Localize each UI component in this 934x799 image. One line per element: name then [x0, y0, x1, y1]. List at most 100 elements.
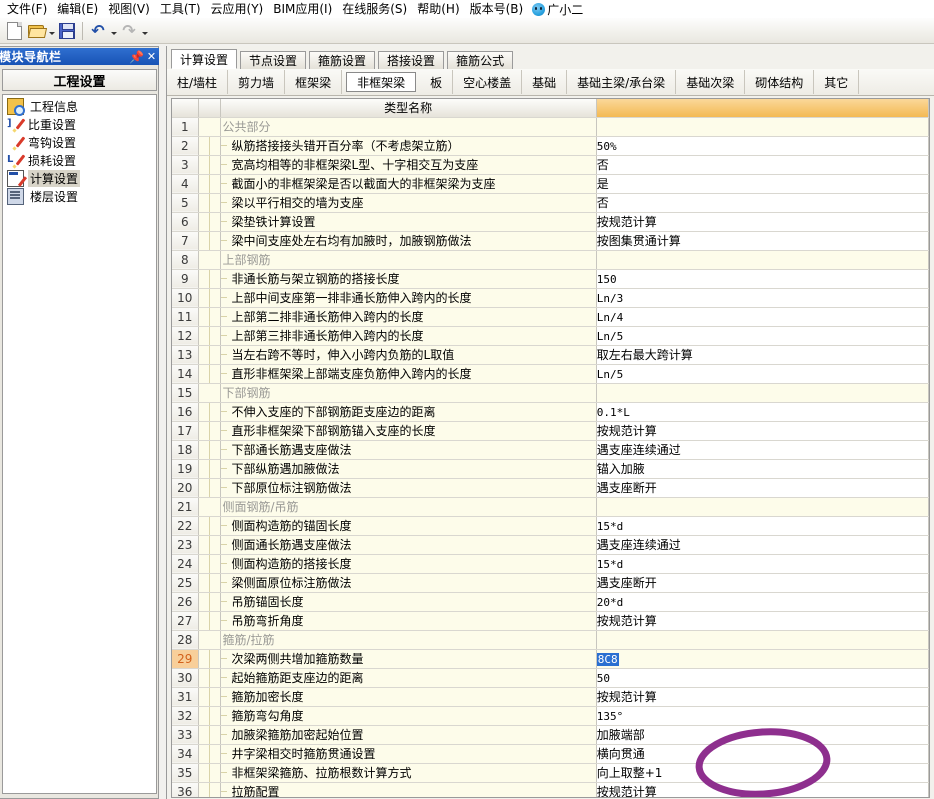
row-number-cell[interactable]: 12: [172, 326, 199, 346]
value-cell[interactable]: 150: [596, 269, 929, 289]
table-row[interactable]: 10 上部中间支座第一排非通长筋伸入跨内的长度 Ln/3: [172, 288, 929, 308]
menu-item-version[interactable]: 版本号(B): [465, 1, 529, 17]
row-number-cell[interactable]: 22: [172, 516, 199, 536]
table-row[interactable]: 36 拉筋配置 按规范计算: [172, 782, 929, 797]
table-row[interactable]: 7 梁中间支座处左右均有加腋时，加腋钢筋做法 按图集贯通计算: [172, 231, 929, 251]
menu-item-view[interactable]: 视图(V): [103, 1, 155, 17]
subtab-non-frame-beam[interactable]: 非框架梁: [346, 72, 417, 92]
menu-item-edit[interactable]: 编辑(E): [52, 1, 103, 17]
table-row[interactable]: 34 井字梁相交时箍筋贯通设置 横向贯通: [172, 744, 929, 764]
row-number-cell[interactable]: 8: [172, 250, 199, 270]
value-cell[interactable]: 15*d: [596, 554, 929, 574]
row-number-cell[interactable]: 29: [172, 649, 199, 669]
type-name-cell[interactable]: 非框架梁箍筋、拉筋根数计算方式: [220, 763, 597, 783]
value-cell[interactable]: 按规范计算: [596, 212, 929, 232]
table-row[interactable]: 33 加腋梁箍筋加密起始位置 加腋端部: [172, 725, 929, 745]
sidebar-item-loss-setting[interactable]: L 损耗设置: [3, 151, 156, 169]
type-name-cell[interactable]: 吊筋弯折角度: [220, 611, 597, 631]
type-name-cell[interactable]: 吊筋锚固长度: [220, 592, 597, 612]
type-name-cell[interactable]: 梁侧面原位标注筋做法: [220, 573, 597, 593]
value-cell[interactable]: 按规范计算: [596, 782, 929, 797]
value-cell[interactable]: Ln/3: [596, 288, 929, 308]
sidebar-item-weight-setting[interactable]: ] 比重设置: [3, 115, 156, 133]
row-number-cell[interactable]: 33: [172, 725, 199, 745]
table-row[interactable]: 8 上部钢筋: [172, 250, 929, 270]
type-name-cell[interactable]: 次梁两侧共增加箍筋数量: [220, 649, 597, 669]
table-row[interactable]: 2 纵筋搭接接头错开百分率（不考虑架立筋） 50%: [172, 136, 929, 156]
row-number-cell[interactable]: 3: [172, 155, 199, 175]
type-name-cell[interactable]: 当左右跨不等时，伸入小跨内负筋的L取值: [220, 345, 597, 365]
table-row[interactable]: 13 当左右跨不等时，伸入小跨内负筋的L取值 取左右最大跨计算: [172, 345, 929, 365]
type-name-cell[interactable]: 直形非框架梁下部钢筋锚入支座的长度: [220, 421, 597, 441]
row-number-cell[interactable]: 9: [172, 269, 199, 289]
row-number-cell[interactable]: 10: [172, 288, 199, 308]
value-cell[interactable]: [596, 383, 929, 403]
open-file-button[interactable]: [25, 20, 48, 42]
tab-calc-setting[interactable]: 计算设置: [171, 49, 238, 69]
type-name-cell[interactable]: 下部钢筋: [220, 383, 597, 403]
value-cell[interactable]: 锚入加腋: [596, 459, 929, 479]
tab-stirrup-formula[interactable]: 箍筋公式: [447, 51, 514, 69]
type-name-cell[interactable]: 箍筋加密长度: [220, 687, 597, 707]
value-cell[interactable]: Ln/5: [596, 326, 929, 346]
menu-item-cloud[interactable]: 云应用(Y): [206, 1, 269, 17]
sidebar-item-hook-setting[interactable]: 弯钩设置: [3, 133, 156, 151]
row-number-cell[interactable]: 6: [172, 212, 199, 232]
value-cell[interactable]: 横向贯通: [596, 744, 929, 764]
menu-item-bim[interactable]: BIM应用(I): [268, 1, 337, 17]
row-number-cell[interactable]: 20: [172, 478, 199, 498]
type-name-cell[interactable]: 上部第三排非通长筋伸入跨内的长度: [220, 326, 597, 346]
menu-item-help[interactable]: 帮助(H): [412, 1, 464, 17]
value-cell[interactable]: 遇支座连续通过: [596, 535, 929, 555]
menu-item-online-service[interactable]: 在线服务(S): [337, 1, 412, 17]
table-row[interactable]: 17 直形非框架梁下部钢筋锚入支座的长度 按规范计算: [172, 421, 929, 441]
table-row[interactable]: 28 箍筋/拉筋: [172, 630, 929, 650]
value-cell[interactable]: 否: [596, 193, 929, 213]
table-row[interactable]: 11 上部第二排非通长筋伸入跨内的长度 Ln/4: [172, 307, 929, 327]
value-cell[interactable]: Ln/4: [596, 307, 929, 327]
sidebar-item-calc-setting[interactable]: 计算设置: [3, 169, 156, 187]
table-row[interactable]: 29 次梁两侧共增加箍筋数量 8C8: [172, 649, 929, 669]
table-row[interactable]: 4 截面小的非框架梁是否以截面大的非框架梁为支座 是: [172, 174, 929, 194]
table-row[interactable]: 32 箍筋弯勾角度 135°: [172, 706, 929, 726]
table-row[interactable]: 35 非框架梁箍筋、拉筋根数计算方式 向上取整+1: [172, 763, 929, 783]
table-row[interactable]: 25 梁侧面原位标注筋做法 遇支座断开: [172, 573, 929, 593]
row-number-cell[interactable]: 32: [172, 706, 199, 726]
menu-item-file[interactable]: 文件(F): [2, 1, 52, 17]
table-row[interactable]: 27 吊筋弯折角度 按规范计算: [172, 611, 929, 631]
type-name-cell[interactable]: 梁垫铁计算设置: [220, 212, 597, 232]
type-name-cell[interactable]: 箍筋/拉筋: [220, 630, 597, 650]
table-row[interactable]: 5 梁以平行相交的墙为支座 否: [172, 193, 929, 213]
value-cell[interactable]: 加腋端部: [596, 725, 929, 745]
undo-button[interactable]: ↶: [87, 20, 109, 42]
row-number-cell[interactable]: 13: [172, 345, 199, 365]
panel-group-header[interactable]: 工程设置: [2, 69, 157, 91]
type-name-cell[interactable]: 拉筋配置: [220, 782, 597, 797]
row-number-cell[interactable]: 24: [172, 554, 199, 574]
pin-icon[interactable]: 📌: [129, 49, 144, 64]
row-number-cell[interactable]: 34: [172, 744, 199, 764]
value-editor-selected-text[interactable]: 8C8: [596, 652, 619, 666]
table-row[interactable]: 21 侧面钢筋/吊筋: [172, 497, 929, 517]
row-number-cell[interactable]: 21: [172, 497, 199, 517]
row-number-cell[interactable]: 7: [172, 231, 199, 251]
subtab-foundation-secondary-beam[interactable]: 基础次梁: [676, 70, 746, 94]
row-number-cell[interactable]: 35: [172, 763, 199, 783]
row-number-cell[interactable]: 17: [172, 421, 199, 441]
row-number-cell[interactable]: 1: [172, 117, 199, 137]
value-cell[interactable]: 取左右最大跨计算: [596, 345, 929, 365]
table-row[interactable]: 1 公共部分: [172, 117, 929, 137]
type-name-cell[interactable]: 上部第二排非通长筋伸入跨内的长度: [220, 307, 597, 327]
value-cell[interactable]: [596, 497, 929, 517]
type-name-cell[interactable]: 加腋梁箍筋加密起始位置: [220, 725, 597, 745]
type-name-cell[interactable]: 公共部分: [220, 117, 597, 137]
type-name-cell[interactable]: 下部纵筋遇加腋做法: [220, 459, 597, 479]
subtab-other[interactable]: 其它: [814, 70, 860, 94]
row-number-cell[interactable]: 36: [172, 782, 199, 797]
type-name-cell[interactable]: 侧面通长筋遇支座做法: [220, 535, 597, 555]
subtab-slab[interactable]: 板: [420, 70, 454, 94]
value-cell[interactable]: 8C8: [596, 649, 929, 669]
subtab-masonry[interactable]: 砌体结构: [745, 70, 815, 94]
tab-lap-setting[interactable]: 搭接设置: [378, 51, 445, 69]
value-cell[interactable]: 按规范计算: [596, 611, 929, 631]
